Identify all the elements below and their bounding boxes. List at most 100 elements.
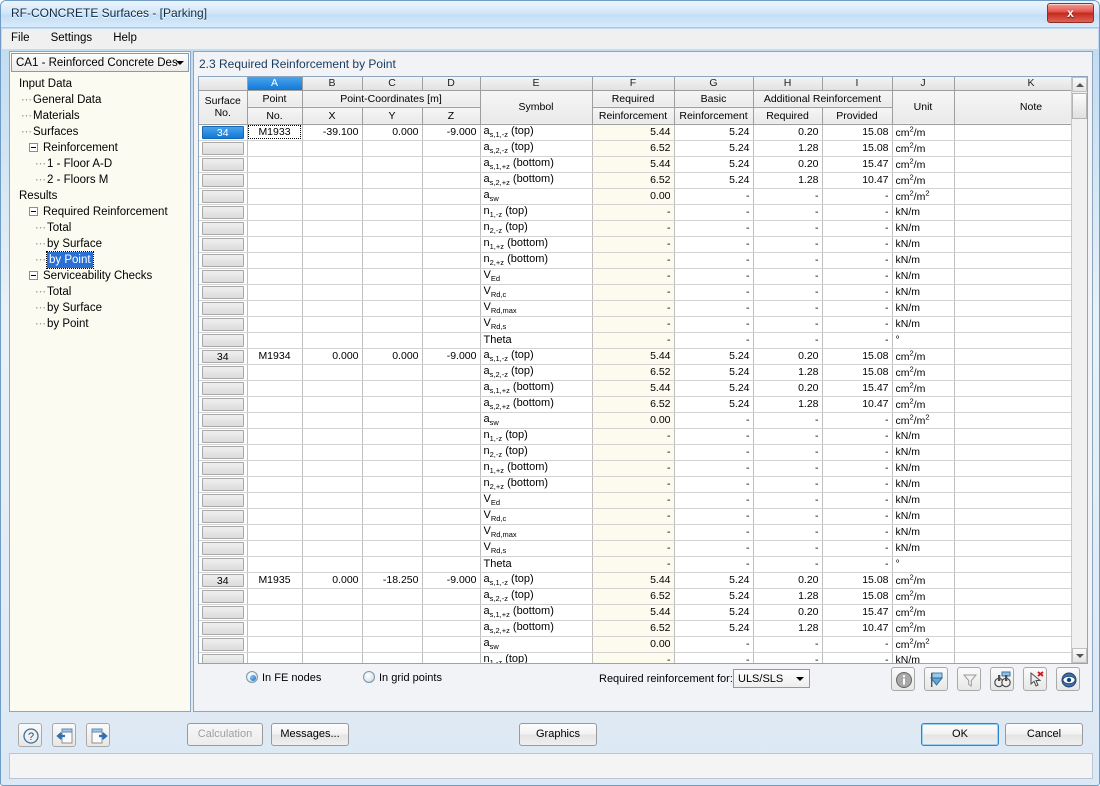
cell-additional-required[interactable]: - xyxy=(753,492,823,509)
surface-no-cell-button[interactable] xyxy=(202,301,244,315)
cell-additional-provided[interactable]: - xyxy=(822,444,893,461)
cell-coord-x[interactable] xyxy=(302,236,363,253)
cell-coord-x[interactable] xyxy=(302,620,363,637)
cell-required-reinforcement[interactable]: 0.00 xyxy=(592,188,675,205)
cell-coord-z[interactable] xyxy=(422,204,481,221)
cell-coord-x[interactable] xyxy=(302,204,363,221)
cell-surface-no[interactable] xyxy=(199,364,248,381)
table-row[interactable]: n1,+z (bottom) - - - - kN/m xyxy=(199,460,1087,477)
cell-additional-provided[interactable]: 15.08 xyxy=(822,364,893,381)
cell-basic-reinforcement[interactable]: - xyxy=(674,540,754,557)
cell-coord-y[interactable] xyxy=(362,332,423,349)
cell-coord-x[interactable] xyxy=(302,636,363,653)
cell-note[interactable] xyxy=(954,236,1087,253)
cell-coord-x[interactable] xyxy=(302,444,363,461)
cell-coord-z[interactable] xyxy=(422,188,481,205)
reinforcement-for-combo[interactable]: ULS/SLS xyxy=(733,669,810,688)
cell-basic-reinforcement[interactable]: - xyxy=(674,636,754,653)
ok-button[interactable]: OK xyxy=(921,723,999,746)
column-letter-c[interactable]: C xyxy=(362,77,423,91)
cell-additional-provided[interactable]: 15.47 xyxy=(822,156,893,173)
cell-note[interactable] xyxy=(954,140,1087,157)
cell-additional-required[interactable]: 1.28 xyxy=(753,140,823,157)
cell-additional-provided[interactable]: - xyxy=(822,652,893,663)
surface-no-cell-button[interactable] xyxy=(202,413,244,427)
cell-basic-reinforcement[interactable]: - xyxy=(674,188,754,205)
cell-surface-no[interactable] xyxy=(199,188,248,205)
cell-coord-y[interactable] xyxy=(362,220,423,237)
cell-required-reinforcement[interactable]: - xyxy=(592,476,675,493)
cell-symbol[interactable]: n1,-z (top) xyxy=(480,652,593,663)
cell-note[interactable] xyxy=(954,316,1087,333)
cell-additional-provided[interactable]: - xyxy=(822,204,893,221)
cell-point-no[interactable] xyxy=(247,556,303,573)
filter-flag-button[interactable] xyxy=(924,667,948,691)
cell-basic-reinforcement[interactable]: 5.24 xyxy=(674,156,754,173)
cell-coord-y[interactable] xyxy=(362,172,423,189)
cell-additional-provided[interactable]: 10.47 xyxy=(822,172,893,189)
table-row[interactable]: 34 M1935 0.000 -18.250 -9.000 as,1,-z (top) 5.… xyxy=(199,572,1087,589)
cell-unit[interactable]: cm2/m xyxy=(892,364,955,381)
cell-surface-no[interactable] xyxy=(199,540,248,557)
cell-unit[interactable]: kN/m xyxy=(892,300,955,317)
cell-coord-y[interactable] xyxy=(362,300,423,317)
cell-point-no[interactable] xyxy=(247,252,303,269)
cell-required-reinforcement[interactable]: - xyxy=(592,540,675,557)
cell-note[interactable] xyxy=(954,380,1087,397)
table-row[interactable]: VRd,max - - - - kN/m xyxy=(199,300,1087,317)
cell-coord-y[interactable] xyxy=(362,604,423,621)
cell-coord-z[interactable]: -9.000 xyxy=(422,348,481,365)
cell-point-no[interactable] xyxy=(247,460,303,477)
cell-basic-reinforcement[interactable]: 5.24 xyxy=(674,572,754,589)
tree-item-1-floor-a-d[interactable]: ⋯ 1 - Floor A-D xyxy=(11,156,189,172)
cell-coord-z[interactable] xyxy=(422,220,481,237)
cell-required-reinforcement[interactable]: - xyxy=(592,236,675,253)
cell-point-no[interactable] xyxy=(247,428,303,445)
cell-basic-reinforcement[interactable]: - xyxy=(674,332,754,349)
cell-additional-required[interactable]: 0.20 xyxy=(753,572,823,589)
table-row[interactable]: as,2,-z (top) 6.52 5.24 1.28 15.08 cm2/m xyxy=(199,588,1087,605)
cell-point-no[interactable] xyxy=(247,492,303,509)
cell-note[interactable] xyxy=(954,124,1087,141)
column-letter-j[interactable]: J xyxy=(892,77,955,91)
surface-no-cell-button[interactable] xyxy=(202,189,244,203)
cell-coord-z[interactable] xyxy=(422,156,481,173)
column-letter-g[interactable]: G xyxy=(674,77,754,91)
cell-point-no[interactable] xyxy=(247,204,303,221)
cell-additional-required[interactable]: 0.20 xyxy=(753,156,823,173)
cell-coord-z[interactable] xyxy=(422,364,481,381)
cell-unit[interactable]: kN/m xyxy=(892,508,955,525)
cell-coord-y[interactable] xyxy=(362,652,423,663)
cell-additional-provided[interactable]: - xyxy=(822,428,893,445)
cell-additional-required[interactable]: - xyxy=(753,236,823,253)
cell-coord-x[interactable] xyxy=(302,156,363,173)
cell-unit[interactable]: cm2/m xyxy=(892,140,955,157)
funnel-button[interactable] xyxy=(957,667,981,691)
cell-additional-required[interactable]: - xyxy=(753,444,823,461)
cell-coord-z[interactable] xyxy=(422,268,481,285)
cell-coord-z[interactable] xyxy=(422,444,481,461)
cell-coord-y[interactable] xyxy=(362,492,423,509)
cell-coord-x[interactable]: 0.000 xyxy=(302,572,363,589)
table-row[interactable]: n1,+z (bottom) - - - - kN/m xyxy=(199,236,1087,253)
cell-coord-x[interactable] xyxy=(302,492,363,509)
cell-additional-provided[interactable]: 15.08 xyxy=(822,572,893,589)
cell-surface-no[interactable] xyxy=(199,300,248,317)
cell-unit[interactable]: cm2/m2 xyxy=(892,188,955,205)
cell-additional-provided[interactable]: - xyxy=(822,460,893,477)
cell-additional-required[interactable]: - xyxy=(753,188,823,205)
cell-coord-x[interactable] xyxy=(302,604,363,621)
cell-basic-reinforcement[interactable]: - xyxy=(674,444,754,461)
next-button[interactable] xyxy=(86,723,110,747)
table-row[interactable]: n2,+z (bottom) - - - - kN/m xyxy=(199,252,1087,269)
cell-coord-y[interactable] xyxy=(362,140,423,157)
surface-no-cell-button[interactable]: 34 xyxy=(202,125,244,139)
cell-additional-provided[interactable]: - xyxy=(822,220,893,237)
design-case-combo[interactable]: CA1 - Reinforced Concrete Des xyxy=(11,53,189,72)
cell-symbol[interactable]: as,1,-z (top) xyxy=(480,124,593,141)
cell-note[interactable] xyxy=(954,204,1087,221)
cell-coord-x[interactable] xyxy=(302,428,363,445)
cell-additional-required[interactable]: 0.20 xyxy=(753,380,823,397)
cell-required-reinforcement[interactable]: 6.52 xyxy=(592,140,675,157)
cell-additional-required[interactable]: 0.20 xyxy=(753,604,823,621)
